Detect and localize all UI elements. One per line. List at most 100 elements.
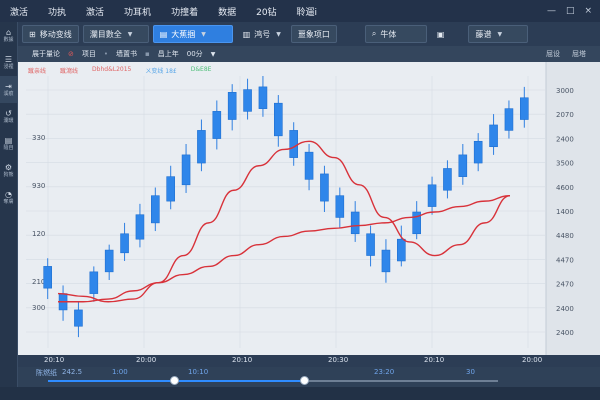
candle-select-value: 大蕉掴 xyxy=(171,29,196,39)
refresh-icon: ↺ xyxy=(5,108,12,118)
subbar-item[interactable]: 项目 xyxy=(82,49,96,59)
minimize-icon[interactable]: — xyxy=(547,6,556,16)
subbar-item[interactable]: 00分 xyxy=(187,49,203,59)
export-icon: ⇥ xyxy=(5,81,12,91)
y-left-tick-label: 930 xyxy=(32,182,45,190)
slider-handle-start[interactable] xyxy=(169,376,179,385)
top-menu-bar: 激活 功执 激活 功耳机 功撞着 数据 20钻 聆遛i — □ × xyxy=(0,0,600,22)
candle-select[interactable]: ▤ 大蕉掴 ▼ xyxy=(152,25,233,43)
subbar-right-item[interactable]: 屈设 xyxy=(546,49,560,59)
candle-body xyxy=(397,238,406,262)
y-right-tick-label: 1400 xyxy=(556,208,574,216)
right-select[interactable]: 藤谱 ▼ xyxy=(468,25,529,43)
candle-body xyxy=(135,214,145,240)
candlestick-icon: ▤ xyxy=(159,29,168,39)
period-label: 鸿号 xyxy=(254,29,271,39)
y-right-tick-label: 2070 xyxy=(556,111,574,119)
time-tick: 20:00 xyxy=(136,356,157,364)
menu-item[interactable]: 激活 xyxy=(76,5,114,18)
subbar-item[interactable]: 展于量论 xyxy=(32,49,60,59)
y-left-tick-label: 210 xyxy=(32,278,45,286)
rail-item-calendar[interactable]: ▤ 隨自 xyxy=(0,130,17,157)
chevron-down-icon: ▼ xyxy=(497,30,503,38)
candle-body xyxy=(166,176,175,202)
window-controls: — □ × xyxy=(547,6,600,16)
candle-body xyxy=(227,92,237,120)
candle-body xyxy=(274,102,283,137)
moving-average-line xyxy=(57,140,511,303)
candle-body xyxy=(212,111,222,139)
candle-body xyxy=(181,154,191,186)
rail-item-label: 狗熊 xyxy=(3,171,14,178)
move-line-label: 移动变线 xyxy=(39,29,72,39)
y-left-tick-label: 120 xyxy=(32,230,45,238)
y-right-tick-label: 4480 xyxy=(556,232,574,240)
candle-body xyxy=(43,266,52,289)
subbar-item[interactable]: 墙置书 xyxy=(116,49,137,59)
candle-body xyxy=(120,233,129,254)
project-select[interactable]: 瀾目數全 ▼ xyxy=(82,25,149,43)
subbar-right-item[interactable]: 屈塔 xyxy=(572,49,586,59)
chevron-down-icon: ▼ xyxy=(127,30,133,38)
move-icon: ⊞ xyxy=(29,29,36,39)
menu-item[interactable]: 功执 xyxy=(38,5,76,18)
chevron-down-icon: ▼ xyxy=(276,30,281,38)
candle-body xyxy=(304,151,314,180)
search-icon: ⌕ xyxy=(371,29,377,38)
candle-body xyxy=(335,195,345,218)
y-right-tick-label: 2400 xyxy=(556,329,574,337)
rail-item-refresh[interactable]: ↺ 瀾環 xyxy=(0,103,17,130)
time-axis: 20:10 20:00 20:10 20:30 20:10 20:00 xyxy=(18,355,600,367)
legend-item: 蹴亲线 xyxy=(28,68,47,75)
y-left-tick-label: 330 xyxy=(32,134,45,142)
slider-handle-end[interactable] xyxy=(300,376,309,385)
maximize-icon[interactable]: □ xyxy=(566,6,575,16)
home-icon: ⌂ xyxy=(5,27,12,37)
period-select[interactable]: ▥ 鸿号 ▼ xyxy=(237,25,287,43)
menu-item[interactable]: 激活 xyxy=(0,5,38,18)
menu-item[interactable]: 数据 xyxy=(208,5,246,18)
menu-item[interactable]: 功撞着 xyxy=(161,5,208,18)
y-right-tick-label: 4600 xyxy=(556,184,574,192)
move-line-button[interactable]: ⊞ 移动变线 xyxy=(22,25,79,43)
candle-body xyxy=(258,86,268,109)
menu-item[interactable]: 聆遛i xyxy=(287,5,328,18)
slider-tick: 30 xyxy=(466,368,475,376)
slider-value: 242.5 xyxy=(62,368,83,376)
candle-body xyxy=(104,249,114,273)
slider-tick: 10:10 xyxy=(188,368,209,376)
legend-item: ㄨ变线 18£ xyxy=(145,68,177,75)
candle-body xyxy=(381,249,391,273)
search-value: 牛体 xyxy=(380,29,397,39)
search-field[interactable]: ⌕ 牛体 xyxy=(364,25,427,43)
candlestick-chart[interactable]: 3000 2070 2400 3500 4600 1400 4480 4470 2470 2400… xyxy=(18,62,600,355)
rail-item-list[interactable]: ☰ 浸裡 xyxy=(0,49,17,76)
rail-item-data[interactable]: ⌂ 數據 xyxy=(0,22,17,49)
sub-toolbar: 展于量论 ⊘ 项目 • 墙置书 ▪ 昌上年 00分 ▼ 屈设 屈塔 xyxy=(18,46,600,62)
chevron-down-icon: ▼ xyxy=(201,30,206,38)
rail-item-label: 奪膚 xyxy=(3,198,14,205)
rail-item-label: 隨自 xyxy=(3,144,14,151)
candle-body xyxy=(151,195,160,224)
indicator-button[interactable]: 噩象项口 xyxy=(290,25,337,43)
rail-item-label: 溪痕 xyxy=(3,90,14,97)
y-left-tick-label: 300 xyxy=(32,304,45,312)
layout-toggle[interactable]: ▣ xyxy=(431,25,451,43)
slider-label: 陈燃纸 xyxy=(36,369,57,377)
subbar-item[interactable]: 昌上年 xyxy=(158,49,179,59)
menu-item[interactable]: 20钻 xyxy=(246,5,286,18)
candle-body xyxy=(366,233,375,256)
rail-item-label: 瀾環 xyxy=(3,117,14,124)
close-icon[interactable]: × xyxy=(584,6,592,16)
slider-tick: 23:20 xyxy=(374,368,395,376)
y-right-tick-label: 2470 xyxy=(556,281,574,289)
rail-item-report[interactable]: ◔ 奪膚 xyxy=(0,184,17,211)
menu-item[interactable]: 功耳机 xyxy=(114,5,161,18)
rail-item-label: 數據 xyxy=(3,36,14,43)
slider-tick: 1:00 xyxy=(112,368,128,376)
legend-item: D&E8E xyxy=(190,66,212,73)
rail-item-settings[interactable]: ⚙ 狗熊 xyxy=(0,157,17,184)
rail-item-export[interactable]: ⇥ 溪痕 xyxy=(0,76,17,103)
candle-body xyxy=(489,124,498,148)
rail-item-label: 浸裡 xyxy=(3,63,14,70)
